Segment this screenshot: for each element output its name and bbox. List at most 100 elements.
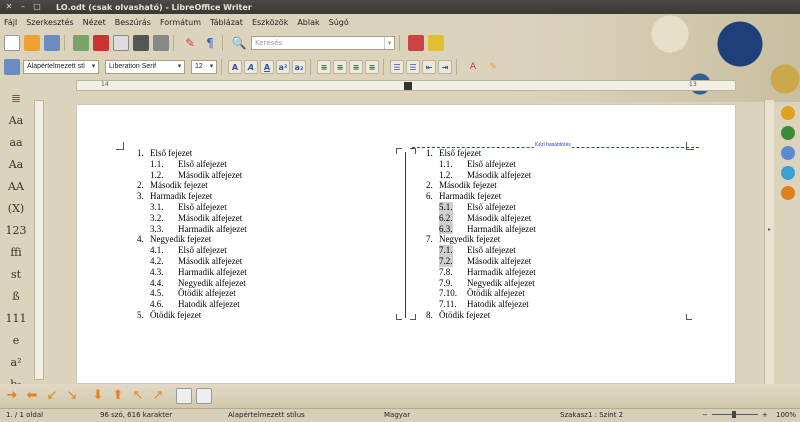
print-preview-icon[interactable] — [153, 35, 169, 51]
list-item: 4.1. Első alfejezet — [137, 245, 397, 256]
vertical-scrollbar[interactable]: ▸ — [764, 100, 774, 384]
formatting-marks-icon[interactable]: ¶ — [202, 35, 218, 51]
arrow-up-left-icon[interactable]: ↖ — [130, 388, 146, 404]
menu-edit[interactable]: Szerkesztés — [26, 18, 73, 27]
list-item: 1. Első fejezet — [426, 148, 686, 159]
page-count[interactable]: 1. / 1 oldal — [6, 411, 43, 419]
print-icon[interactable] — [133, 35, 149, 51]
arrow-up-icon[interactable]: ⬆ — [110, 388, 126, 404]
sidebar-button-swash[interactable]: e — [5, 331, 27, 349]
sidebar-button-superscript[interactable]: a² — [5, 353, 27, 371]
list-number: 3. — [137, 191, 144, 202]
font-color-icon[interactable]: A — [465, 59, 481, 75]
sidebar-button-oldstyle[interactable]: 111 — [5, 309, 27, 327]
align-right-icon[interactable]: ≡ — [349, 60, 363, 74]
sidebar-button-ligatures[interactable]: ffi — [5, 243, 27, 261]
horizontal-ruler[interactable]: 14 13 — [76, 80, 736, 91]
clone-formatting-icon[interactable]: ✎ — [182, 35, 198, 51]
arrow-right-icon[interactable]: ➜ — [4, 388, 20, 404]
chevron-down-icon[interactable]: ▾ — [207, 61, 216, 73]
sidebar-button-uppercase[interactable]: AA — [5, 177, 27, 195]
export-icon[interactable] — [73, 35, 89, 51]
arrow-left-icon[interactable]: ⬅ — [24, 388, 40, 404]
open-folder-icon[interactable] — [24, 35, 40, 51]
decrease-indent-icon[interactable]: ⇤ — [422, 60, 436, 74]
zoom-in-icon[interactable]: + — [762, 411, 768, 419]
email-icon[interactable] — [113, 35, 129, 51]
font-name-select[interactable]: Liberation Serif ▾ — [105, 60, 185, 74]
align-center-icon[interactable]: ≡ — [333, 60, 347, 74]
chevron-down-icon[interactable]: ▾ — [175, 61, 184, 73]
menu-format[interactable]: Formátum — [160, 18, 201, 27]
chevron-down-icon[interactable]: ▾ — [384, 37, 394, 49]
arrow-down-icon[interactable]: ⬇ — [90, 388, 106, 404]
language[interactable]: Magyar — [384, 411, 410, 419]
save-icon[interactable] — [44, 35, 60, 51]
list-number: 7.1. — [439, 245, 453, 256]
zoom-out-icon[interactable]: − — [702, 411, 708, 419]
right-column[interactable]: 1. Első fejezet 1.1. Első alfejezet 1.2. Máso… — [426, 148, 686, 321]
column-separator-marker[interactable] — [404, 82, 412, 90]
vertical-ruler[interactable] — [34, 100, 44, 380]
styles-icon[interactable] — [4, 59, 20, 75]
sidebar-button-st-ligature[interactable]: st — [5, 265, 27, 283]
menu-window[interactable]: Ablak — [297, 18, 319, 27]
sidebar-button-eszett[interactable]: ß — [5, 287, 27, 305]
numbering-toggle-icon[interactable] — [176, 388, 192, 404]
close-window-icon[interactable]: ✕ — [4, 2, 14, 12]
zoom-level[interactable]: 100% — [776, 411, 796, 419]
font-size-select[interactable]: 12 ▾ — [191, 60, 217, 74]
superscript-icon[interactable]: a² — [276, 60, 290, 74]
gallery-icon[interactable] — [781, 146, 795, 160]
styles-panel-icon[interactable] — [781, 126, 795, 140]
highlight-icon[interactable]: ✎ — [485, 59, 501, 75]
chevron-down-icon[interactable]: ▾ — [89, 61, 98, 73]
zoom-slider-knob[interactable] — [732, 411, 736, 418]
left-column[interactable]: 1. Első fejezet 1.1. Első alfejezet 1.2. Máso… — [137, 148, 397, 321]
draw-icon[interactable] — [428, 35, 444, 51]
menu-tools[interactable]: Eszközök — [252, 18, 288, 27]
align-left-icon[interactable]: ≡ — [317, 60, 331, 74]
justify-icon[interactable]: ≡ — [365, 60, 379, 74]
navigator-icon[interactable] — [781, 166, 795, 180]
sidebar-button-small-caps[interactable]: Aa — [5, 155, 27, 173]
word-count[interactable]: 96 szó, 616 karakter — [100, 411, 172, 419]
menu-help[interactable]: Súgó — [329, 18, 349, 27]
scrollbar-arrow-icon[interactable]: ▸ — [768, 226, 771, 233]
restart-numbering-icon[interactable] — [196, 388, 212, 404]
sidebar-button-numbers[interactable]: 123 — [5, 221, 27, 239]
bullets-icon[interactable]: ☰ — [406, 60, 420, 74]
arrow-down-left-icon[interactable]: ↙ — [44, 388, 60, 404]
outline-level: Szakasz1 : Szint 2 — [560, 411, 624, 419]
paragraph-style-select[interactable]: Alapértelmezett stí ▾ — [23, 60, 99, 74]
search-input[interactable]: Keresés ▾ — [251, 36, 395, 50]
new-document-icon[interactable] — [4, 35, 20, 51]
subscript-icon[interactable]: a₂ — [292, 60, 306, 74]
arrow-up-right-icon[interactable]: ↗ — [150, 388, 166, 404]
sidebar-button-lowercase[interactable]: aa — [5, 133, 27, 151]
list-text: Második alfejezet — [467, 169, 532, 180]
chart-icon[interactable] — [408, 35, 424, 51]
list-text: Harmadik fejezet — [150, 191, 213, 202]
minimize-window-icon[interactable]: – — [18, 2, 28, 12]
underline-icon[interactable]: A — [260, 60, 274, 74]
arrow-down-right-icon[interactable]: ↘ — [64, 388, 80, 404]
increase-indent-icon[interactable]: ⇥ — [438, 60, 452, 74]
menu-file[interactable]: Fájl — [4, 18, 17, 27]
maximize-window-icon[interactable]: □ — [32, 2, 42, 12]
properties-icon[interactable] — [781, 106, 795, 120]
menu-insert[interactable]: Beszúrás — [115, 18, 151, 27]
functions-icon[interactable] — [781, 186, 795, 200]
menu-view[interactable]: Nézet — [83, 18, 106, 27]
find-replace-icon[interactable]: 🔍 — [231, 35, 247, 51]
sidebar-button-title-case[interactable]: Aa — [5, 111, 27, 129]
bold-icon[interactable]: A — [228, 60, 242, 74]
numbering-icon[interactable]: ☰ — [390, 60, 404, 74]
sidebar-menu-icon[interactable]: ≣ — [5, 89, 27, 107]
ruler-label-left: 14 — [101, 81, 109, 88]
page-style[interactable]: Alapértelmezett stílus — [228, 411, 305, 419]
menu-table[interactable]: Táblázat — [210, 18, 243, 27]
export-pdf-icon[interactable] — [93, 35, 109, 51]
sidebar-button-brackets[interactable]: (X) — [5, 199, 27, 217]
italic-icon[interactable]: A — [244, 60, 258, 74]
